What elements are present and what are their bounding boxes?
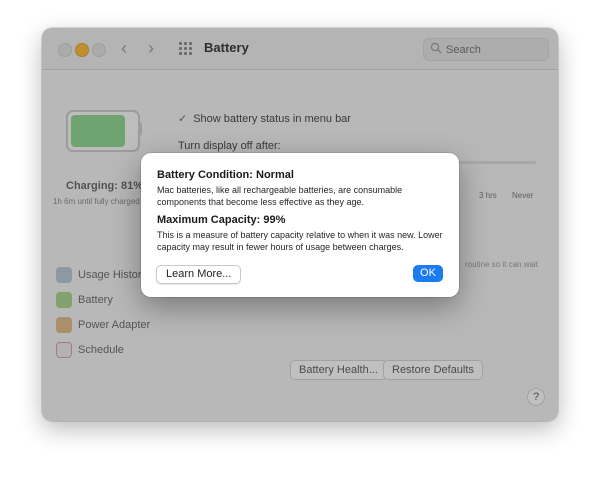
learn-more-button[interactable]: Learn More... (156, 265, 242, 284)
battery-health-dialog: Battery Condition: Normal Mac batteries,… (141, 153, 459, 297)
dialog-heading-condition: Battery Condition: Normal (157, 169, 294, 181)
screen: ‹ › Battery Charging: 81% 1h 6m (0, 0, 600, 478)
dialog-text-capacity: This is a measure of battery capacity re… (157, 230, 443, 252)
ok-button[interactable]: OK (413, 265, 443, 282)
dialog-text-condition: Mac batteries, like all rechargeable bat… (157, 185, 403, 207)
dialog-heading-capacity: Maximum Capacity: 99% (157, 214, 286, 226)
